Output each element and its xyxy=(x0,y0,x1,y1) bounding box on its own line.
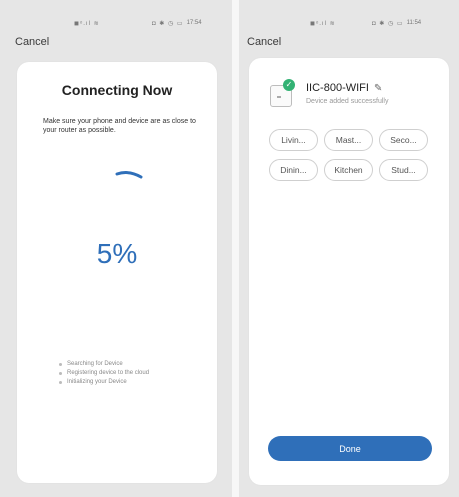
device-name-row: IIC-800-WIFI ✎ xyxy=(306,82,382,94)
edit-pencil-icon[interactable]: ✎ xyxy=(374,83,382,94)
device-status-text: Device added successfully xyxy=(306,98,389,105)
status-time: 17:54 xyxy=(186,20,202,26)
step-list: Searching for Device Registering device … xyxy=(59,360,149,387)
step-item: Searching for Device xyxy=(59,360,149,369)
system-icons: ◘ ✱ ◷ ▭ xyxy=(152,20,184,27)
page-title: Connecting Now xyxy=(61,82,173,98)
cancel-button[interactable]: Cancel xyxy=(15,36,49,48)
status-bar-right: ◘ ✱ ◷ ▭ 11:54 xyxy=(372,18,421,28)
device-card: ✓ IIC-800-WIFI ✎ Device added successful… xyxy=(249,58,449,485)
room-chip[interactable]: Mast... xyxy=(324,129,373,151)
status-time: 11:54 xyxy=(406,20,422,26)
status-bar-right: ◘ ✱ ◷ ▭ 17:54 xyxy=(152,18,202,28)
signal-icons: ◼ᵒ.ıl ≋ xyxy=(74,20,100,27)
success-check-icon: ✓ xyxy=(283,79,295,91)
bullet-icon xyxy=(59,381,62,384)
room-chip[interactable]: Stud... xyxy=(379,159,428,181)
room-chip[interactable]: Kitchen xyxy=(324,159,373,181)
bullet-icon xyxy=(59,372,62,375)
system-icons: ◘ ✱ ◷ ▭ xyxy=(372,20,404,27)
screen-divider xyxy=(232,0,239,497)
step-item: Registering device to the cloud xyxy=(59,369,149,378)
connecting-card: Connecting Now Make sure your phone and … xyxy=(17,62,217,483)
room-chip[interactable]: Livin... xyxy=(269,129,318,151)
room-chip-list: Livin... Mast... Seco... Dinin... Kitche… xyxy=(269,129,434,181)
done-button[interactable]: Done xyxy=(268,436,432,461)
device-added-screen: ◼ᵒ.ıl ≋ ◘ ✱ ◷ ▭ 11:54 Cancel ✓ IIC-800-W… xyxy=(239,0,459,497)
step-label: Registering device to the cloud xyxy=(67,370,150,376)
progress-percent: 5% xyxy=(96,238,138,269)
status-bar-left: ◼ᵒ.ıl ≋ xyxy=(310,18,336,28)
device-name: IIC-800-WIFI xyxy=(306,82,369,94)
room-chip[interactable]: Seco... xyxy=(379,129,428,151)
step-label: Searching for Device xyxy=(67,361,123,367)
step-label: Initializing your Device xyxy=(67,379,127,385)
connecting-screen: ◼ᵒ.ıl ≋ ◘ ✱ ◷ ▭ 17:54 Cancel Connecting … xyxy=(0,0,232,497)
bullet-icon xyxy=(59,363,62,366)
signal-icons: ◼ᵒ.ıl ≋ xyxy=(310,20,336,27)
step-item: Initializing your Device xyxy=(59,378,149,387)
cancel-button[interactable]: Cancel xyxy=(247,36,281,48)
room-chip[interactable]: Dinin... xyxy=(269,159,318,181)
status-bar-left: ◼ᵒ.ıl ≋ xyxy=(74,18,100,28)
loading-spinner-icon xyxy=(115,171,143,179)
instruction-text: Make sure your phone and device are as c… xyxy=(43,118,196,134)
